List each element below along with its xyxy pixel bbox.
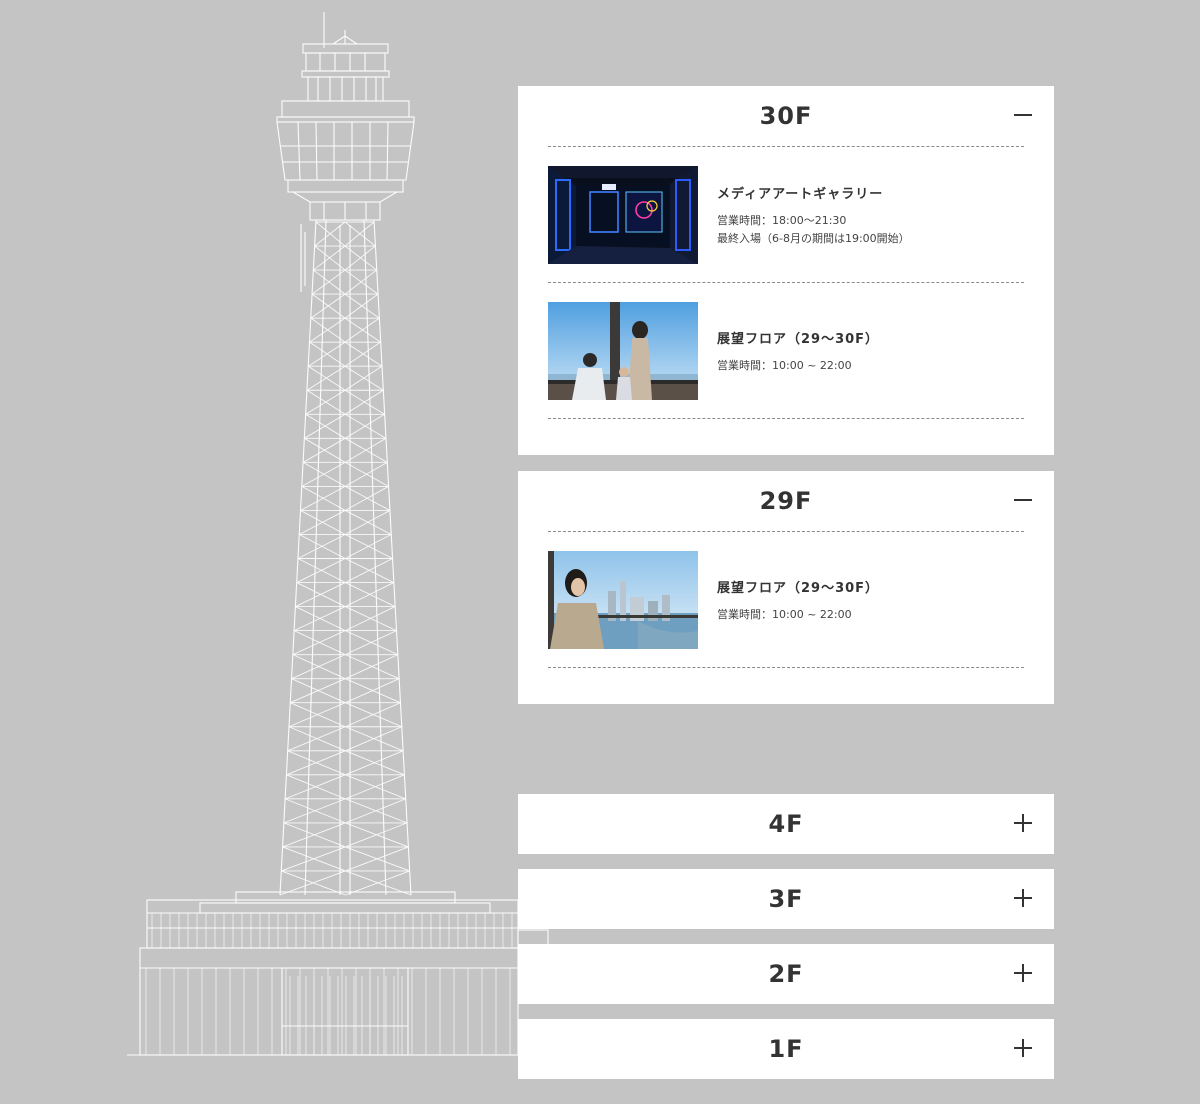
- plus-icon[interactable]: [1014, 1039, 1032, 1057]
- floor-header-2f[interactable]: 2F: [518, 944, 1054, 1004]
- facility-hours: 営業時間：10:00 ~ 22:00: [717, 607, 852, 621]
- floor-panel-30f: 30F メディアアートギャラリー 営業時間：18:00〜21:30 最終入場（6…: [518, 86, 1054, 455]
- facility-photo-observation: [548, 551, 698, 649]
- floor-header-3f[interactable]: 3F: [518, 869, 1054, 929]
- facility-photo-observation: [548, 302, 698, 400]
- facility-hours: 営業時間：18:00〜21:30: [717, 213, 847, 227]
- divider: [548, 418, 1024, 419]
- floor-title: 2F: [768, 960, 804, 988]
- floor-header-29f[interactable]: 29F: [518, 471, 1054, 531]
- floor-title: 3F: [768, 885, 804, 913]
- plus-icon[interactable]: [1014, 889, 1032, 907]
- facility-note: 最終入場（6-8月の期間は19:00開始）: [717, 231, 910, 245]
- floor-panel-29f: 29F 展望フロア（29〜30F） 営業時間：10:00 ~ 22:00: [518, 471, 1054, 704]
- facility-name: メディアアートギャラリー: [717, 186, 884, 202]
- divider: [548, 667, 1024, 668]
- facility-info: 展望フロア（29〜30F） 営業時間：10:00 ~ 22:00: [717, 328, 879, 375]
- floor-panel-1f[interactable]: 1F: [518, 1019, 1054, 1079]
- facility-hours: 営業時間：10:00 ~ 22:00: [717, 358, 852, 372]
- floor-header-1f[interactable]: 1F: [518, 1019, 1054, 1079]
- minus-icon[interactable]: [1014, 491, 1032, 509]
- facility-media-art-gallery[interactable]: メディアアートギャラリー 営業時間：18:00〜21:30 最終入場（6-8月の…: [548, 147, 1024, 282]
- facility-observation-floor[interactable]: 展望フロア（29〜30F） 営業時間：10:00 ~ 22:00: [548, 532, 1024, 667]
- floor-title: 29F: [759, 487, 813, 515]
- facility-name: 展望フロア（29〜30F）: [717, 331, 880, 347]
- floor-title: 1F: [768, 1035, 804, 1063]
- floor-title: 30F: [759, 102, 813, 130]
- facility-photo-gallery: [548, 166, 698, 264]
- plus-icon[interactable]: [1014, 964, 1032, 982]
- facility-info: 展望フロア（29〜30F） 営業時間：10:00 ~ 22:00: [717, 577, 879, 624]
- plus-icon[interactable]: [1014, 814, 1032, 832]
- floor-panel-3f[interactable]: 3F: [518, 869, 1054, 929]
- facility-observation-floor[interactable]: 展望フロア（29〜30F） 営業時間：10:00 ~ 22:00: [548, 283, 1024, 418]
- facility-info: メディアアートギャラリー 営業時間：18:00〜21:30 最終入場（6-8月の…: [717, 183, 910, 248]
- floor-panel-4f[interactable]: 4F: [518, 794, 1054, 854]
- floor-panel-2f[interactable]: 2F: [518, 944, 1054, 1004]
- floor-header-4f[interactable]: 4F: [518, 794, 1054, 854]
- minus-icon[interactable]: [1014, 106, 1032, 124]
- floor-body-29f: 展望フロア（29〜30F） 営業時間：10:00 ~ 22:00: [518, 531, 1054, 668]
- facility-name: 展望フロア（29〜30F）: [717, 580, 880, 596]
- floor-header-30f[interactable]: 30F: [518, 86, 1054, 146]
- floor-body-30f: メディアアートギャラリー 営業時間：18:00〜21:30 最終入場（6-8月の…: [518, 146, 1054, 419]
- floor-title: 4F: [768, 810, 804, 838]
